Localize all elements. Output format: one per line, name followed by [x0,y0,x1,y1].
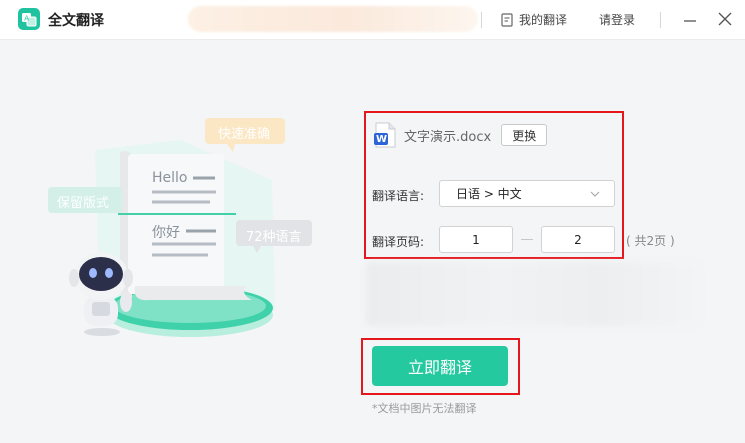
chevron-down-icon [590,191,600,197]
svg-text:A: A [24,15,29,23]
change-file-button[interactable]: 更换 [501,124,548,146]
language-select[interactable]: 日语 > 中文 [439,180,615,207]
app-logo-icon: A [18,8,40,30]
login-link[interactable]: 请登录 [599,11,635,28]
tag-72-languages: 72种语言 [246,230,302,245]
language-label: 翻译语言: [372,189,425,203]
minimize-icon [684,20,696,22]
total-pages: ( 共2页 ) [626,234,675,248]
blurred-region [366,262,700,326]
app-title: 全文翻译 [48,13,104,29]
file-name: 文字演示.docx [404,129,492,145]
file-row: W 文字演示.docx 更换 [374,122,548,148]
page-range-dash [521,239,533,240]
translation-settings-panel: W 文字演示.docx 更换 翻译语言: 日语 > 中文 翻译页码: 1 2 [364,111,624,259]
minimize-button[interactable] [681,10,699,28]
language-select-value: 日语 > 中文 [456,187,522,201]
my-translations-label: 我的翻译 [519,13,568,27]
sample-word-nihao: 你好 [152,225,180,241]
divider [660,12,661,28]
close-icon [718,12,732,26]
tag-keep-layout: 保留版式 [57,196,110,211]
page-from-input[interactable]: 1 [439,226,513,253]
image-note: *文档中图片无法翻译 [372,402,477,415]
translate-now-button[interactable]: 立即翻译 [372,346,508,386]
my-translations-link[interactable]: 我的翻译 [500,11,567,28]
close-button[interactable] [716,10,734,28]
document-list-icon [501,12,513,27]
sample-word-hello: Hello [152,170,188,186]
promo-banner[interactable] [188,6,478,32]
page-to-input[interactable]: 2 [541,226,615,253]
divider [481,12,482,28]
pages-label: 翻译页码: [372,235,425,249]
tag-fast-accurate: 快速准确 [218,127,271,142]
word-icon-letter: W [376,134,388,145]
title-bar: A 全文翻译 我的翻译 请登录 [0,0,745,40]
